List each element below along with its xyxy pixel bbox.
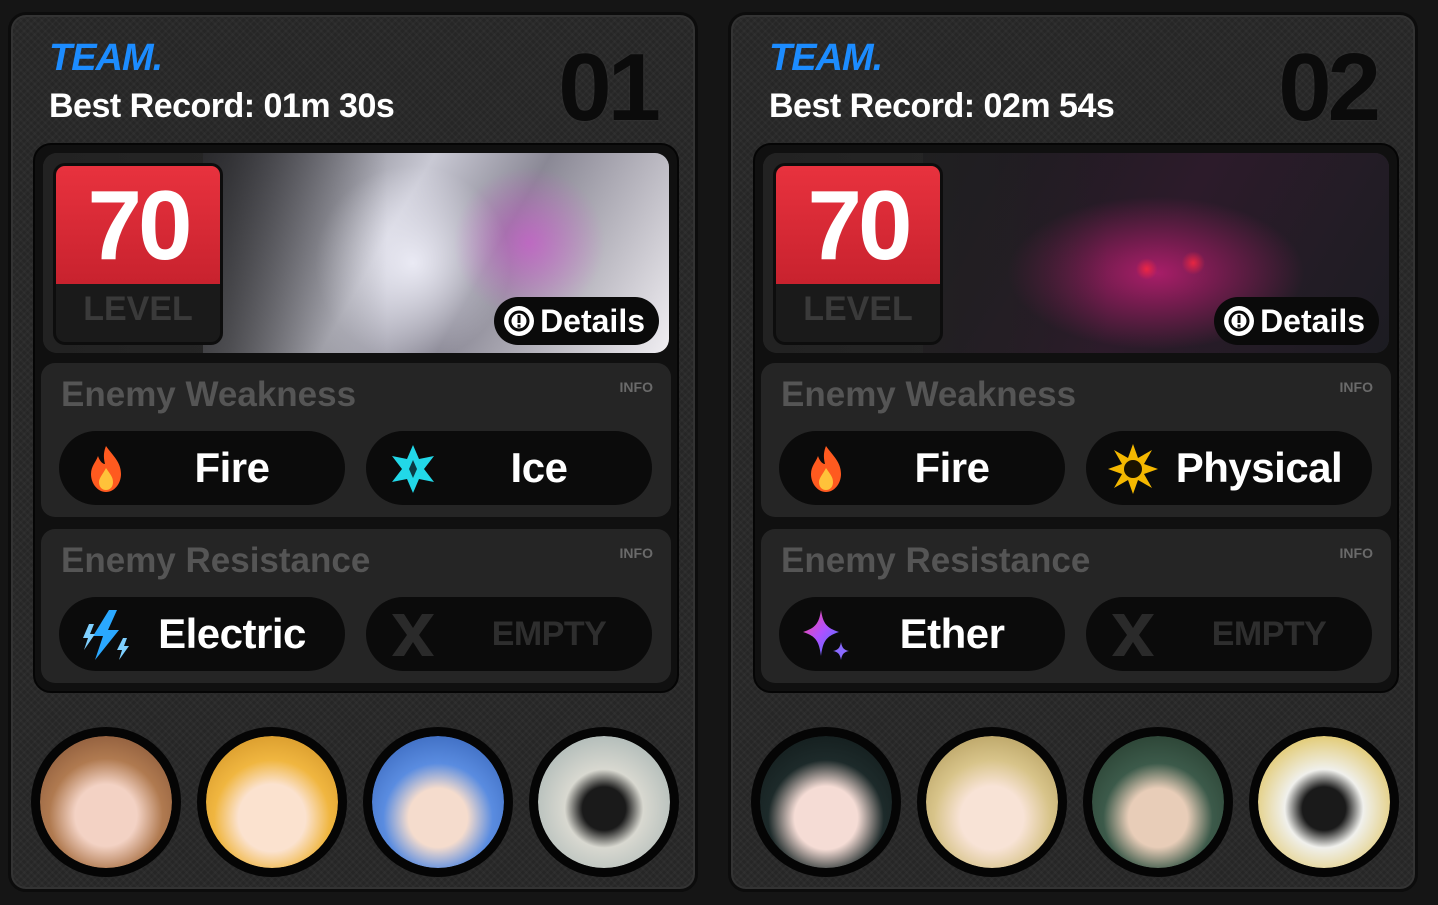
section-title: Enemy Weakness — [781, 375, 1077, 414]
details-button[interactable]: Details — [494, 297, 659, 345]
member-avatar-2[interactable] — [197, 727, 347, 877]
element-pill-fire[interactable]: Fire — [779, 431, 1065, 505]
team-number: 02 — [1278, 34, 1381, 141]
enemy-banner[interactable]: 70 LEVEL Details — [763, 153, 1389, 353]
team-panel: 70 LEVEL Details Enemy Weakness INFO Fir… — [753, 143, 1399, 693]
element-pill-ice[interactable]: Ice — [366, 431, 652, 505]
team-label: TEAM. — [49, 37, 163, 79]
info-circle-icon — [504, 306, 535, 336]
team-number: 01 — [558, 34, 661, 141]
info-button[interactable]: INFO — [1340, 545, 1373, 561]
enemy-resistance-section: Enemy Resistance INFO Electric EMPTY — [41, 529, 671, 683]
best-record: Best Record: 01m 30s — [49, 87, 395, 125]
element-label: EMPTY — [491, 614, 607, 653]
level-badge: 70 LEVEL — [53, 163, 223, 345]
element-label: Ether — [899, 610, 1005, 657]
level-badge: 70 LEVEL — [773, 163, 943, 345]
level-number: 70 — [87, 170, 192, 280]
team-panel: 70 LEVEL Details Enemy Weakness INFO Fir… — [33, 143, 679, 693]
enemy-weakness-section: Enemy Weakness INFO Fire Ice — [41, 363, 671, 517]
info-button[interactable]: INFO — [1340, 379, 1373, 395]
level-number: 70 — [807, 170, 912, 280]
empty-x-icon — [392, 614, 434, 656]
info-circle-icon — [1224, 306, 1255, 336]
enemy-banner[interactable]: 70 LEVEL Details — [43, 153, 669, 353]
element-pill-physical[interactable]: Physical — [1086, 431, 1372, 505]
element-pill-ether[interactable]: Ether — [779, 597, 1065, 671]
section-title: Enemy Resistance — [61, 541, 371, 580]
element-pill-empty: EMPTY — [1086, 597, 1372, 671]
element-pill-empty: EMPTY — [366, 597, 652, 671]
best-record: Best Record: 02m 54s — [769, 87, 1115, 125]
element-pill-electric[interactable]: Electric — [59, 597, 345, 671]
element-pill-fire[interactable]: Fire — [59, 431, 345, 505]
info-button[interactable]: INFO — [620, 545, 653, 561]
element-label: Fire — [194, 444, 270, 491]
info-button[interactable]: INFO — [620, 379, 653, 395]
bangboo-avatar[interactable] — [529, 727, 679, 877]
bangboo-avatar[interactable] — [1249, 727, 1399, 877]
team-label: TEAM. — [769, 37, 883, 79]
element-label: Electric — [158, 610, 306, 657]
enemy-resistance-section: Enemy Resistance INFO Ether EMPTY — [761, 529, 1391, 683]
level-label: LEVEL — [803, 290, 913, 328]
enemy-weakness-section: Enemy Weakness INFO Fire Physical — [761, 363, 1391, 517]
member-avatar-2[interactable] — [917, 727, 1067, 877]
element-label: Fire — [914, 444, 990, 491]
section-title: Enemy Resistance — [781, 541, 1091, 580]
team-card-1: TEAM. Best Record: 01m 30s 01 70 LEVEL D… — [8, 12, 698, 892]
level-label: LEVEL — [83, 290, 193, 328]
element-label: EMPTY — [1211, 614, 1327, 653]
element-label: Physical — [1175, 444, 1343, 491]
member-avatar-3[interactable] — [363, 727, 513, 877]
section-title: Enemy Weakness — [61, 375, 357, 414]
details-button[interactable]: Details — [1214, 297, 1379, 345]
member-avatar-1[interactable] — [31, 727, 181, 877]
empty-x-icon — [1112, 614, 1154, 656]
details-label: Details — [540, 302, 645, 339]
team-card-2: TEAM. Best Record: 02m 54s 02 70 LEVEL D… — [728, 12, 1418, 892]
details-label: Details — [1260, 302, 1365, 339]
member-avatar-1[interactable] — [751, 727, 901, 877]
element-label: Ice — [510, 444, 568, 491]
member-avatar-3[interactable] — [1083, 727, 1233, 877]
